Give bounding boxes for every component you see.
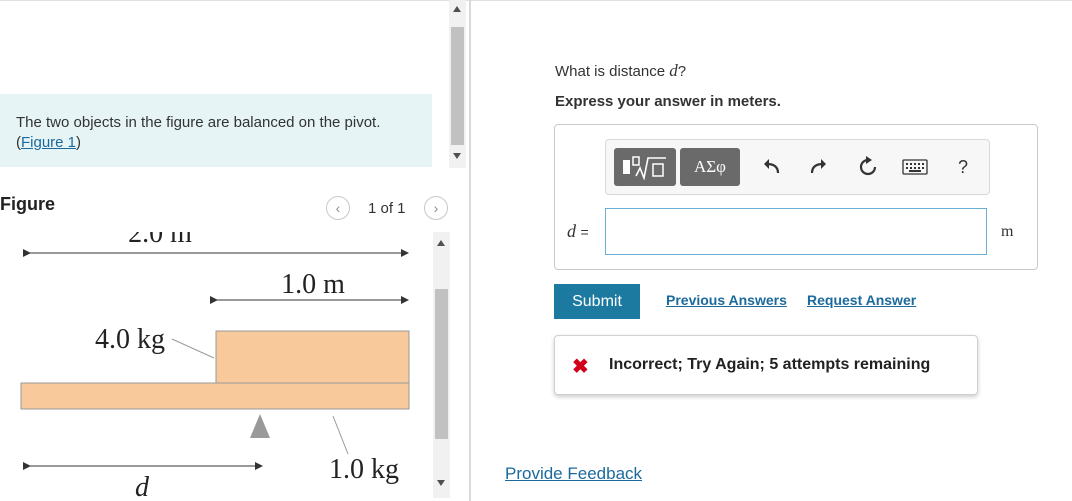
previous-answers-link[interactable]: Previous Answers [666, 292, 787, 308]
equals-sign: = [580, 224, 589, 240]
problem-text: The two objects in the figure are balanc… [16, 114, 381, 131]
top-border [0, 0, 1072, 1]
figure-scrollbar[interactable] [433, 232, 450, 498]
reset-icon[interactable] [856, 155, 880, 179]
incorrect-x-icon: ✖ [572, 356, 589, 378]
question-prompt: What is distance d? [555, 61, 686, 81]
next-figure-button[interactable]: › [424, 196, 448, 220]
request-answer-link[interactable]: Request Answer [807, 292, 916, 308]
panel-divider [469, 0, 471, 501]
scroll-down-arrow-icon[interactable] [453, 153, 461, 159]
scroll-up-arrow-icon[interactable] [437, 240, 445, 246]
label-1m: 1.0 m [281, 269, 345, 300]
submit-button[interactable]: Submit [554, 284, 640, 319]
templates-button[interactable] [614, 148, 676, 186]
chevron-left-icon: ‹ [335, 200, 341, 216]
answer-instruction: Express your answer in meters. [555, 93, 781, 110]
balance-figure: 2.0 m 1.0 m 4.0 kg 1.0 kg d [0, 226, 430, 501]
provide-feedback-link[interactable]: Provide Feedback [505, 464, 642, 484]
label-d: d [135, 472, 150, 501]
prev-figure-button[interactable]: ‹ [326, 196, 350, 220]
figure-title: Figure [0, 194, 56, 214]
label-4kg: 4.0 kg [95, 324, 165, 355]
scroll-thumb[interactable] [435, 289, 448, 439]
leader-4kg [171, 338, 215, 359]
figure-link[interactable]: Figure 1 [21, 134, 76, 151]
help-button[interactable]: ? [951, 155, 975, 179]
feedback-status: Incorrect; Try Again; 5 attempts remaini… [609, 356, 931, 373]
answer-unit: m [1001, 223, 1014, 240]
undo-icon[interactable] [760, 155, 784, 179]
question-variable: d [669, 61, 678, 80]
scroll-thumb[interactable] [451, 27, 464, 145]
chevron-right-icon: › [433, 200, 439, 216]
leader-1kg [332, 415, 349, 455]
pivot [250, 414, 270, 438]
answer-variable: d [567, 221, 576, 241]
question-prefix: What is distance [555, 63, 670, 80]
scroll-up-arrow-icon[interactable] [453, 6, 461, 12]
templates-icon [623, 156, 666, 180]
redo-icon[interactable] [806, 155, 830, 179]
plank [20, 382, 410, 410]
question-suffix: ? [677, 63, 687, 80]
scroll-down-arrow-icon[interactable] [437, 480, 445, 486]
problem-statement: The two objects in the figure are balanc… [16, 114, 381, 151]
problem-scrollbar[interactable] [449, 0, 466, 168]
answer-input[interactable] [605, 208, 987, 255]
greek-symbols-button[interactable]: ΑΣφ [680, 148, 740, 186]
mass-block-4kg [215, 330, 410, 384]
answer-variable-label: d = [567, 221, 589, 242]
keyboard-icon[interactable] [902, 155, 928, 179]
figure-pager: 1 of 1 [368, 200, 406, 217]
label-1kg: 1.0 kg [329, 454, 399, 485]
